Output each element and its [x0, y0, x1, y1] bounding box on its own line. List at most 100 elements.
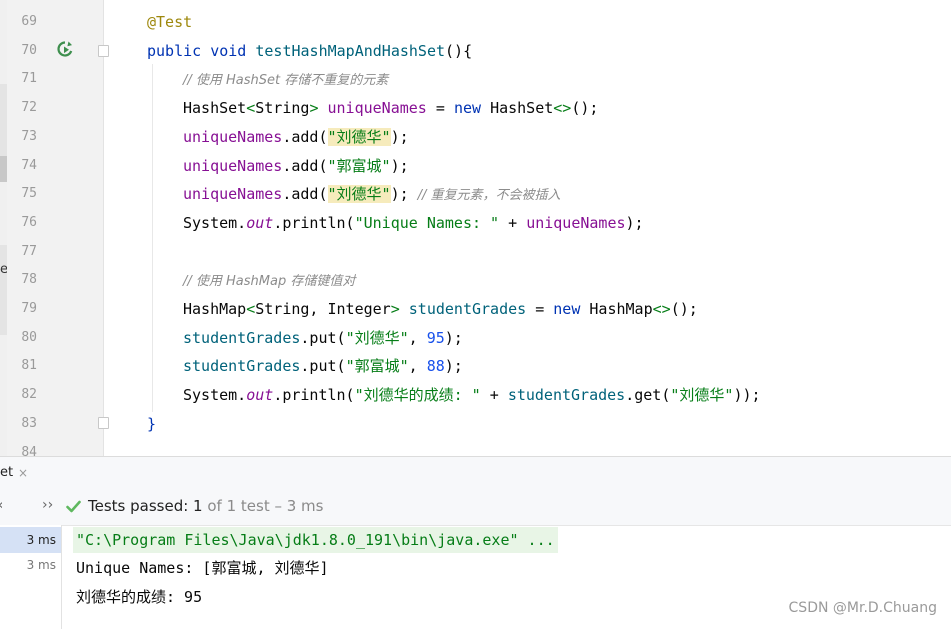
test-toolbar: ‹ ›› Tests passed: 1 of 1 test – 3 ms [0, 489, 951, 526]
annotation: @Test [147, 13, 193, 31]
punct: ); [625, 213, 644, 232]
punct: = [426, 99, 454, 118]
punct: ); [444, 328, 463, 347]
keyword: new [553, 300, 581, 318]
string-literal: "刘德华" [327, 185, 391, 204]
punct: ); [390, 156, 409, 175]
punct: <> [553, 99, 572, 118]
code-line-82: System.out.println("刘德华的成绩: " + studentG… [183, 381, 761, 410]
punct: , [408, 357, 427, 376]
generic-type: String, Integer [255, 300, 391, 318]
run-tab-label[interactable]: et [0, 465, 13, 480]
close-icon[interactable]: × [18, 466, 28, 480]
type: HashMap [589, 300, 653, 318]
code-line-74: uniqueNames.add("郭富城"); [183, 152, 409, 181]
variable: uniqueNames [183, 185, 283, 204]
code-line-70: public void testHashMapAndHashSet(){ [147, 37, 472, 66]
closing-brace: } [147, 414, 157, 433]
punct: < [246, 300, 256, 318]
keyword: public [147, 41, 202, 60]
punct: , [408, 328, 427, 347]
string-literal: "Unique Names: " [354, 213, 500, 232]
test-tree-row[interactable]: 3 ms [0, 552, 61, 578]
string-literal: "刘德华" [327, 127, 391, 146]
string-literal: "郭富城" [327, 156, 391, 175]
test-results-panel: 3 ms 3 ms "C:\Program Files\Java\jdk1.8.… [0, 525, 951, 629]
variable: studentGrades [183, 328, 301, 347]
number-literal: 88 [426, 357, 445, 376]
tool-window-tabbar: et × [0, 456, 951, 491]
code-line-76: System.out.println("Unique Names: " + un… [183, 209, 644, 238]
string-literal: "刘德华的成绩: " [354, 386, 481, 405]
keyword: void [210, 41, 247, 60]
code-line-79: HashMap<String, Integer> studentGrades =… [183, 295, 698, 324]
comment: // 重复元素，不会被插入 [417, 188, 561, 204]
code-line-81: studentGrades.put("郭富城", 88); [183, 352, 463, 381]
punct: )); [733, 386, 761, 405]
more-actions-icon[interactable]: ›› [42, 497, 53, 513]
test-tree-row[interactable]: 3 ms [0, 527, 61, 553]
static-field: out [246, 213, 274, 232]
code-line-73: uniqueNames.add("刘德华"); [183, 123, 409, 152]
code-text-area[interactable]: @Test public void testHashMapAndHashSet(… [0, 0, 951, 456]
method-call: .println( [273, 386, 355, 405]
code-line-83: } [147, 410, 156, 439]
method-call: .println( [273, 213, 355, 232]
console-line: Unique Names: [郭富城, 刘德华] [76, 559, 329, 577]
variable: uniqueNames [526, 213, 626, 232]
variable: uniqueNames [183, 127, 283, 146]
punct: (); [571, 99, 599, 118]
code-line-78: // 使用 HashMap 存储键值对 [183, 266, 355, 295]
test-tree[interactable]: 3 ms 3 ms [0, 525, 62, 629]
variable: studentGrades [183, 357, 301, 376]
code-line-71: // 使用 HashSet 存储不重复的元素 [183, 65, 388, 94]
code-line-80: studentGrades.put("刘德华", 95); [183, 324, 463, 353]
class-ref: System. [183, 213, 247, 232]
method-call: .put( [300, 328, 346, 347]
punct: ); [390, 185, 409, 204]
method-call: .add( [282, 127, 328, 146]
string-literal: "郭富城" [345, 357, 409, 376]
variable: studentGrades [408, 300, 527, 318]
type: HashMap [183, 300, 247, 318]
method-call: .get( [625, 386, 671, 405]
test-status-text: Tests passed: 1 of 1 test – 3 ms [88, 497, 323, 515]
string-literal: "刘德华" [670, 386, 734, 405]
check-icon [66, 500, 81, 513]
method-call: .put( [300, 357, 346, 376]
variable: uniqueNames [183, 156, 283, 175]
code-line-69: @Test [147, 8, 192, 37]
method-call: .add( [282, 185, 328, 204]
type: HashSet [183, 99, 247, 118]
punct: ); [444, 357, 463, 376]
punct: > [390, 300, 400, 318]
comment: // 使用 HashMap 存储键值对 [183, 274, 356, 290]
punct: < [246, 99, 256, 118]
punct: = [526, 300, 554, 318]
status-count: 1 [193, 497, 203, 515]
operator: + [480, 386, 508, 405]
static-field: out [246, 386, 274, 405]
operator: + [499, 213, 527, 232]
console-command-line: "C:\Program Files\Java\jdk1.8.0_191\bin\… [73, 527, 558, 553]
run-tool-window: et × ‹ ›› Tests passed: 1 of 1 test – 3 … [0, 456, 951, 629]
chevron-left-icon[interactable]: ‹ [0, 498, 3, 513]
punct: > [309, 99, 319, 118]
punct: (); [670, 300, 698, 318]
generic-type: String [255, 99, 310, 118]
method-name: testHashMapAndHashSet [255, 41, 446, 60]
class-ref: System. [183, 386, 247, 405]
code-editor[interactable]: e 69 70 71 72 73 74 75 76 77 78 79 80 81… [0, 0, 951, 456]
comment: // 使用 HashSet 存储不重复的元素 [183, 73, 389, 89]
number-literal: 95 [426, 328, 445, 347]
type: HashSet [490, 99, 554, 118]
keyword: new [453, 99, 482, 118]
method-call: .add( [282, 156, 328, 175]
variable: studentGrades [507, 386, 626, 405]
variable: uniqueNames [327, 99, 427, 118]
code-line-72: HashSet<String> uniqueNames = new HashSe… [183, 94, 598, 123]
watermark: CSDN @Mr.D.Chuang [788, 600, 937, 616]
string-literal: "刘德华" [345, 328, 409, 347]
punct: <> [652, 300, 671, 318]
code-line-75: uniqueNames.add("刘德华"); // 重复元素，不会被插入 [183, 180, 561, 209]
